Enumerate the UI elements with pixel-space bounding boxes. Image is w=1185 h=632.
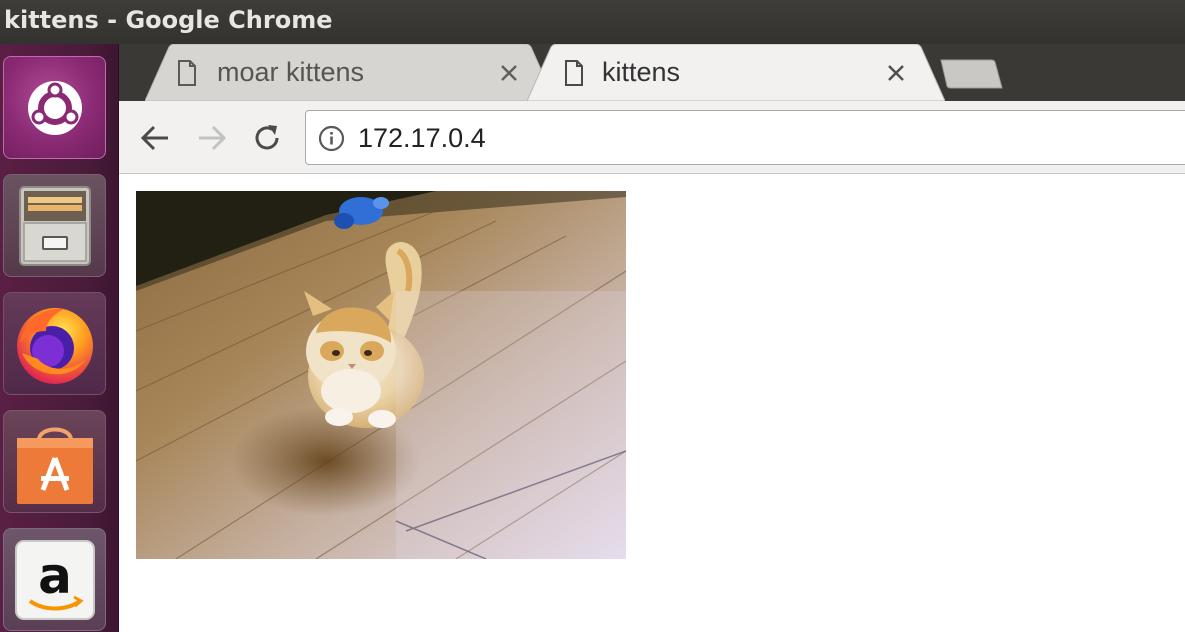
window-title: kittens - Google Chrome — [4, 6, 333, 34]
arrow-left-icon — [140, 125, 168, 151]
kitten-image — [136, 191, 626, 559]
browser-toolbar: 172.17.0.4 — [119, 101, 1185, 174]
tab-strip: moar kittens kittens — [119, 44, 1185, 101]
back-button[interactable] — [137, 120, 173, 156]
arrow-right-icon — [199, 125, 227, 151]
address-bar[interactable]: 172.17.0.4 — [305, 110, 1185, 165]
launcher-item-search[interactable] — [3, 56, 106, 159]
close-tab-icon[interactable] — [497, 61, 521, 85]
firefox-icon — [16, 307, 93, 384]
launcher-item-software[interactable] — [3, 410, 106, 513]
info-icon[interactable] — [318, 125, 345, 152]
tab-title: kittens — [602, 57, 681, 87]
forward-button[interactable] — [194, 120, 230, 156]
launcher-item-amazon[interactable]: a — [3, 528, 106, 631]
tab-kittens[interactable]: kittens — [527, 44, 945, 101]
page-content — [119, 175, 1185, 632]
new-tab-button[interactable] — [939, 58, 1003, 90]
svg-text:a: a — [38, 547, 72, 605]
amazon-icon: a — [14, 539, 95, 620]
reload-icon — [255, 125, 279, 150]
page-icon — [178, 60, 196, 86]
page-icon — [565, 60, 583, 86]
window-title-bar[interactable]: kittens - Google Chrome — [0, 0, 1185, 44]
tab-title: moar kittens — [217, 57, 365, 87]
unity-launcher: a — [0, 44, 119, 632]
ubuntu-logo-icon — [27, 80, 82, 135]
file-cabinet-icon — [18, 185, 91, 266]
launcher-item-firefox[interactable] — [3, 292, 106, 395]
url-text: 172.17.0.4 — [358, 123, 486, 153]
reload-button[interactable] — [249, 120, 285, 156]
tab-moar-kittens[interactable]: moar kittens — [145, 44, 555, 101]
close-tab-icon[interactable] — [884, 61, 908, 85]
shopping-bag-icon — [16, 427, 93, 504]
tab-background — [527, 44, 945, 101]
launcher-item-files[interactable] — [3, 174, 106, 277]
kitten-photo — [136, 191, 626, 559]
